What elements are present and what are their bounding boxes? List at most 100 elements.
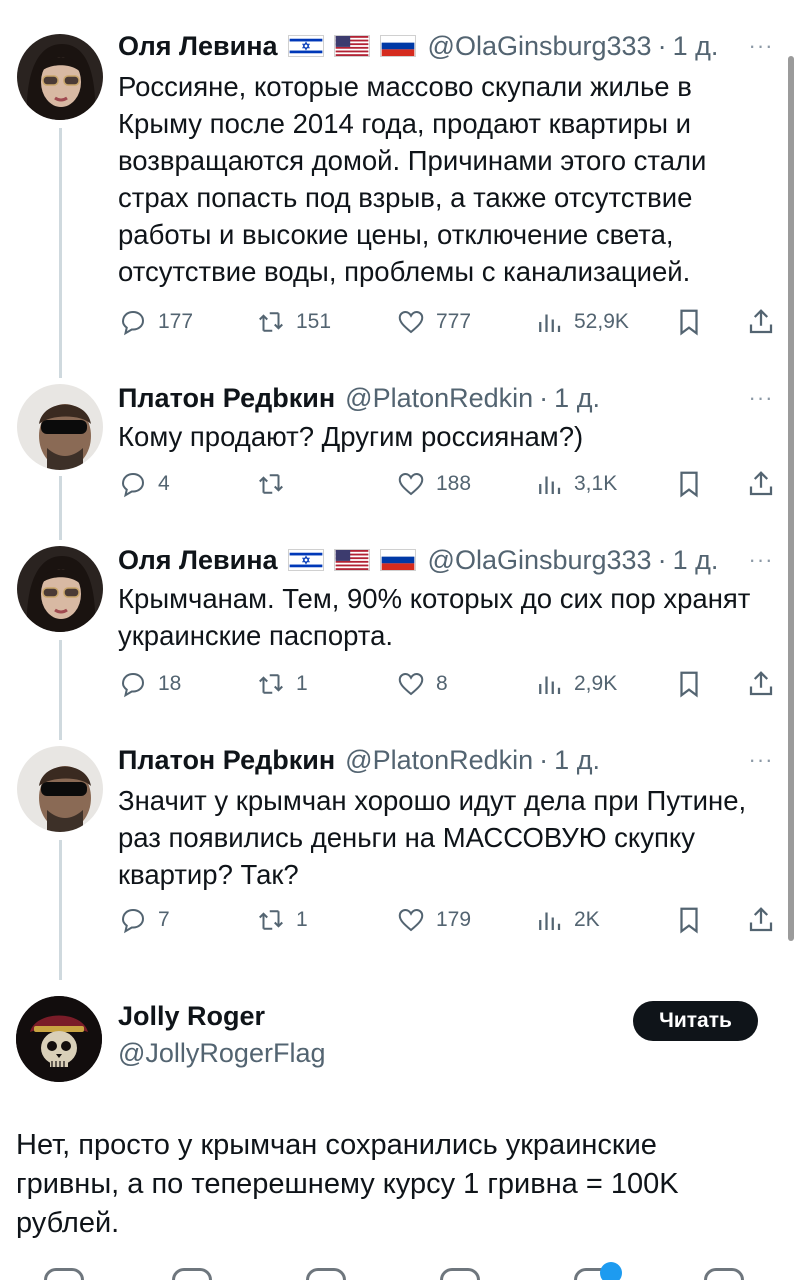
- share-icon: [749, 471, 773, 496]
- home-icon[interactable]: [44, 1268, 84, 1280]
- bookmark-icon: [680, 471, 698, 498]
- timestamp[interactable]: 1 д.: [554, 745, 600, 776]
- author-handle[interactable]: @OlaGinsburg333: [428, 545, 652, 576]
- retweet-button[interactable]: 151: [256, 302, 331, 342]
- like-button[interactable]: 179: [396, 900, 471, 940]
- messages-icon[interactable]: [704, 1268, 744, 1280]
- retweet-icon: [259, 474, 283, 494]
- timestamp[interactable]: 1 д.: [554, 383, 600, 414]
- reply-count: 7: [158, 908, 170, 931]
- tweet-header: Оля Левина @OlaGinsburg333 · 1 д.: [118, 542, 770, 578]
- retweet-button[interactable]: 1: [256, 900, 308, 940]
- reply-button[interactable]: 177: [118, 302, 193, 342]
- like-count: 188: [436, 472, 472, 495]
- retweet-button[interactable]: 1: [256, 664, 308, 704]
- heart-icon: [398, 908, 424, 932]
- bookmark-button[interactable]: [674, 900, 704, 940]
- view-count: 2K: [574, 908, 600, 931]
- retweet-icon: [259, 312, 283, 332]
- author-name[interactable]: Jolly Roger: [118, 1001, 265, 1032]
- usa-flag-icon: [333, 35, 370, 57]
- author-name[interactable]: Платон Редbкин: [118, 745, 335, 776]
- share-button[interactable]: [746, 900, 776, 940]
- retweet-count: 1: [296, 908, 308, 931]
- tweet-actions: 4 188 3,1K: [118, 464, 778, 504]
- bookmark-icon: [680, 907, 698, 934]
- avatar[interactable]: [17, 34, 103, 120]
- views-button[interactable]: 52,9K: [534, 302, 629, 342]
- reply-button[interactable]: 4: [118, 464, 170, 504]
- israel-flag-icon: [287, 549, 324, 571]
- tweet-text: Кому продают? Другим россиянам?): [118, 421, 584, 452]
- author-handle[interactable]: @PlatonRedkin: [345, 383, 533, 414]
- tweet-header: Платон Редbкин @PlatonRedkin · 1 д.: [118, 742, 770, 778]
- tweet-text: Крымчанам. Тем, 90% которых до сих пор х…: [118, 583, 751, 651]
- author-handle[interactable]: @PlatonRedkin: [345, 745, 533, 776]
- more-options-icon[interactable]: ···: [746, 542, 776, 578]
- author-name[interactable]: Оля Левина: [118, 31, 278, 62]
- retweet-icon: [259, 674, 283, 694]
- tweet-actions: 7 1 179 2K: [118, 900, 778, 940]
- separator-dot: ·: [657, 30, 667, 61]
- bookmark-button[interactable]: [674, 464, 704, 504]
- share-icon: [749, 907, 773, 932]
- like-count: 8: [436, 672, 448, 695]
- retweet-icon: [259, 910, 283, 930]
- tweet[interactable]: Оля Левина @OlaGinsburg333 · 1 д. ··· Кр…: [0, 540, 798, 740]
- heart-icon: [398, 310, 424, 334]
- tweet-text: Россияне, которые массово скупали жилье …: [118, 71, 707, 287]
- more-options-icon[interactable]: ···: [746, 380, 776, 416]
- share-button[interactable]: [746, 464, 776, 504]
- more-options-icon[interactable]: ···: [746, 742, 776, 778]
- tweet-text: Значит у крымчан хорошо идут дела при Пу…: [118, 785, 747, 890]
- bookmark-button[interactable]: [674, 302, 704, 342]
- flag-emojis: [287, 35, 416, 57]
- author-handle[interactable]: @JollyRogerFlag: [118, 1038, 325, 1069]
- author-name[interactable]: Оля Левина: [118, 545, 278, 576]
- tweet[interactable]: Оля Левина @OlaGinsburg333 · 1 д. ··· Ро…: [0, 0, 798, 380]
- retweet-button[interactable]: [256, 464, 296, 504]
- retweet-count: 151: [296, 310, 332, 333]
- views-button[interactable]: 2,9K: [534, 664, 617, 704]
- avatar[interactable]: [17, 546, 103, 632]
- views-button[interactable]: 3,1K: [534, 464, 617, 504]
- author-name[interactable]: Платон Редbкин: [118, 383, 335, 414]
- reply-button[interactable]: 7: [118, 900, 170, 940]
- views-icon: [539, 314, 561, 332]
- like-count: 179: [436, 908, 472, 931]
- views-icon: [539, 476, 561, 494]
- share-icon: [749, 671, 773, 696]
- avatar[interactable]: [17, 746, 103, 832]
- tweet-header: Платон Редbкин @PlatonRedkin · 1 д.: [118, 380, 770, 416]
- reply-icon: [121, 472, 145, 498]
- more-options-icon[interactable]: ···: [746, 28, 776, 64]
- like-button[interactable]: 777: [396, 302, 471, 342]
- reply-icon: [121, 908, 145, 934]
- avatar[interactable]: [16, 996, 102, 1082]
- heart-icon: [398, 672, 424, 696]
- grok-icon[interactable]: [306, 1268, 346, 1280]
- like-button[interactable]: 8: [396, 664, 448, 704]
- share-icon: [749, 309, 773, 334]
- russia-flag-icon: [379, 35, 416, 57]
- tweet[interactable]: Платон Редbкин @PlatonRedkin · 1 д. ··· …: [0, 380, 798, 540]
- search-icon[interactable]: [172, 1268, 212, 1280]
- bookmark-button[interactable]: [674, 664, 704, 704]
- reply-button[interactable]: 18: [118, 664, 181, 704]
- tweet-actions: 18 1 8 2,9K: [118, 664, 778, 704]
- timestamp[interactable]: 1 д.: [673, 31, 719, 62]
- follow-button[interactable]: Читать: [633, 1001, 758, 1041]
- share-button[interactable]: [746, 302, 776, 342]
- communities-icon[interactable]: [440, 1268, 480, 1280]
- tweet[interactable]: Платон Редbкин @PlatonRedkin · 1 д. ··· …: [0, 740, 798, 980]
- usa-flag-icon: [333, 549, 370, 571]
- retweet-count: 1: [296, 672, 308, 695]
- share-button[interactable]: [746, 664, 776, 704]
- author-handle[interactable]: @OlaGinsburg333: [428, 31, 652, 62]
- tweet-text: Нет, просто у крымчан сохранились украин…: [16, 1129, 679, 1239]
- views-icon: [539, 676, 561, 694]
- avatar[interactable]: [17, 384, 103, 470]
- timestamp[interactable]: 1 д.: [673, 545, 719, 576]
- like-button[interactable]: 188: [396, 464, 471, 504]
- views-button[interactable]: 2K: [534, 900, 600, 940]
